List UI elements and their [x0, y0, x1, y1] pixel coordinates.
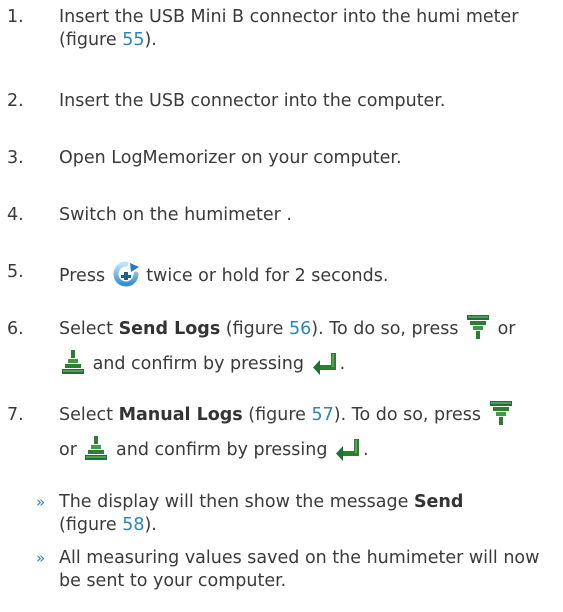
arrow-up-key-icon	[61, 349, 85, 375]
step-number: 1.	[7, 7, 24, 27]
arrow-down-key-icon	[466, 314, 490, 340]
step-text: Select Send Logs (figure 56). To do so, …	[59, 312, 553, 382]
step-text: Insert the USB Mini B connector into the…	[59, 7, 519, 50]
instruction-page: 1. Insert the USB Mini B connector into …	[0, 0, 563, 612]
menu-item-manual-logs: Manual Logs	[118, 405, 243, 425]
step-number: 4.	[7, 205, 24, 225]
figure-link[interactable]: 55	[122, 30, 144, 50]
step-text: Insert the USB connector into the comput…	[59, 91, 446, 111]
figure-link[interactable]: 58	[122, 515, 144, 535]
step-number: 3.	[7, 148, 24, 168]
step-text: Switch on the humimeter .	[59, 205, 292, 225]
menu-item-send-logs: Send Logs	[118, 319, 221, 339]
step-number: 2.	[7, 91, 24, 111]
result-text: All measuring values saved on the humime…	[59, 548, 540, 591]
step-text: Press twice or hold for 2 seconds.	[59, 261, 553, 288]
figure-link[interactable]: 57	[312, 405, 334, 425]
step-text: Open LogMemorizer on your computer.	[59, 148, 402, 168]
enter-key-icon	[335, 437, 361, 461]
step-number: 7.	[7, 405, 24, 425]
result-marker: »	[36, 549, 46, 567]
step-number: 5.	[7, 262, 24, 282]
message-send: Send	[413, 492, 464, 512]
timer-rotate-icon	[113, 261, 139, 287]
arrow-up-key-icon	[84, 435, 108, 461]
enter-key-icon	[312, 351, 338, 375]
result-text: The display will then show the message S…	[59, 492, 464, 535]
result-marker: »	[36, 493, 46, 511]
figure-link[interactable]: 56	[289, 319, 311, 339]
step-text: Select Manual Logs (figure 57). To do so…	[59, 398, 553, 468]
arrow-down-key-icon	[489, 400, 513, 426]
step-number: 6.	[7, 319, 24, 339]
